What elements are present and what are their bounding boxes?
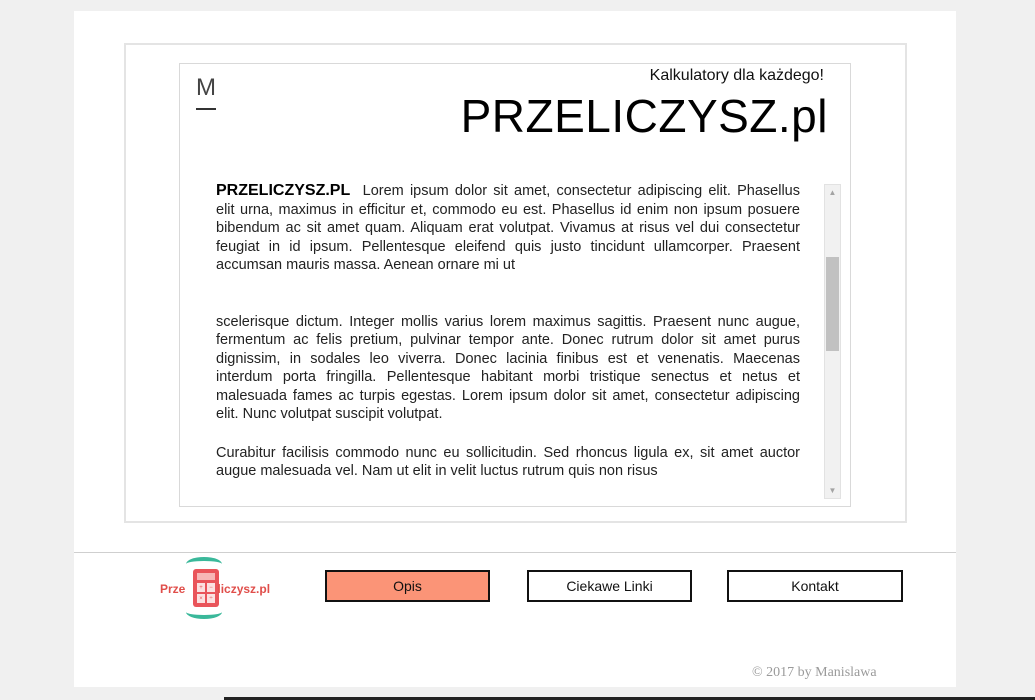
nav-button-opis[interactable]: Opis <box>325 570 490 602</box>
footer-divider <box>74 552 956 553</box>
logo-text-left: Prze <box>160 582 186 596</box>
scrollbar-thumb[interactable] <box>826 257 839 351</box>
article-paragraph: PRZELICZYSZ.PL Lorem ipsum dolor sit ame… <box>216 182 800 275</box>
article-paragraph-2: scelerisque dictum. Integer mollis variu… <box>216 313 800 423</box>
content-frame: M Kalkulatory dla każdego! PRZELICZYSZ.p… <box>124 43 907 523</box>
logo-arrow-bottom-icon <box>186 605 222 619</box>
page-container: M Kalkulatory dla każdego! PRZELICZYSZ.p… <box>74 11 956 687</box>
scroll-down-icon[interactable]: ▼ <box>825 483 840 498</box>
article-content: PRZELICZYSZ.PL Lorem ipsum dolor sit ame… <box>216 182 800 481</box>
menu-underline <box>196 108 216 110</box>
nav-button-kontakt[interactable]: Kontakt <box>727 570 903 602</box>
footer-copyright: © 2017 by Manislawa <box>752 665 877 680</box>
article-lead: PRZELICZYSZ.PL <box>216 182 351 199</box>
site-tagline: Kalkulatory dla każdego! <box>649 67 824 84</box>
nav-button-ciekawe-linki[interactable]: Ciekawe Linki <box>527 570 692 602</box>
content-scrollbar[interactable]: ▲ ▼ <box>824 184 841 499</box>
calculator-screen <box>197 573 215 580</box>
logo-text: Prze liczysz.pl <box>160 582 270 596</box>
scroll-up-icon[interactable]: ▲ <box>825 185 840 200</box>
menu-toggle-button[interactable]: M <box>196 76 218 110</box>
site-title: PRZELICZYSZ.pl <box>460 90 828 142</box>
article-paragraph-3: Curabitur facilisis commodo nunc eu soll… <box>216 444 800 480</box>
site-logo[interactable]: + − × ÷ Prze liczysz.pl <box>160 555 270 625</box>
menu-letter: M <box>196 74 216 101</box>
logo-text-right: liczysz.pl <box>217 582 271 596</box>
content-panel: M Kalkulatory dla każdego! PRZELICZYSZ.p… <box>179 63 851 507</box>
